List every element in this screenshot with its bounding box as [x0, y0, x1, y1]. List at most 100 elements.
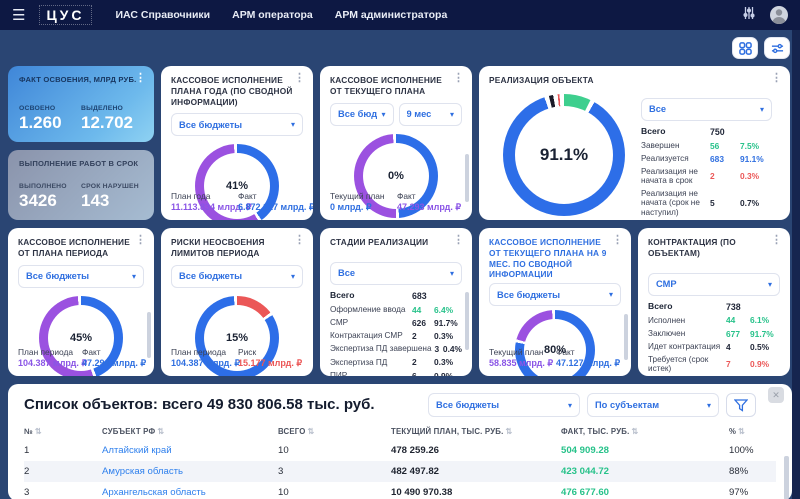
card-title: КАССОВОЕ ИСПОЛНЕНИЕ ПЛАНА ГОДА (ПО СВОДН… — [171, 75, 293, 107]
table-scrollbar-thumb[interactable] — [784, 456, 789, 499]
stages-filter-dropdown[interactable]: Все ▾ — [330, 261, 462, 285]
scrollbar-thumb[interactable] — [147, 312, 151, 358]
kebab-menu-icon[interactable]: ⋮ — [771, 235, 782, 246]
dropdown-value: Все — [338, 268, 356, 279]
kebab-menu-icon[interactable]: ⋮ — [135, 235, 146, 246]
sort-icon: ⇅ — [505, 426, 513, 436]
user-avatar[interactable] — [770, 6, 788, 24]
legend-percent: 0.9% — [434, 370, 454, 377]
budget-filter-dropdown[interactable]: Все бюджеты ▾ — [428, 393, 580, 417]
table-row[interactable]: 2 Амурская область 3 482 497.82 423 044.… — [24, 461, 776, 482]
scrollbar-thumb[interactable] — [465, 154, 469, 202]
col-header-total[interactable]: ВСЕГО ⇅ — [278, 427, 391, 436]
legend-label: Экспертиза ПД — [330, 357, 388, 367]
kebab-menu-icon[interactable]: ⋮ — [453, 73, 464, 84]
legend-percent: 91.7% — [434, 317, 458, 328]
legend-label: Реализуется — [641, 154, 689, 164]
cell-subject-link[interactable]: Амурская область — [102, 466, 278, 477]
stat-label: ОСВОЕНО — [19, 105, 56, 113]
nine-months-donut-chart: 80% — [515, 310, 595, 376]
legend-value: 44 — [726, 315, 736, 326]
close-button[interactable]: ✕ — [768, 387, 784, 403]
legend-percent: 6.4% — [434, 304, 454, 315]
legend-row: Заключен 677 91.7% — [648, 327, 780, 340]
hamburger-menu-icon[interactable]: ☰ — [12, 8, 25, 23]
sort-icon: ⇅ — [307, 426, 315, 436]
nav-item-operator[interactable]: АРМ оператора — [232, 9, 313, 21]
cell-number: 2 — [24, 466, 30, 477]
sort-icon: ⇅ — [738, 426, 746, 436]
legend-row: Исключение 4 0.5% — [641, 219, 772, 220]
scrollbar-thumb[interactable] — [624, 314, 628, 360]
legend-percent: 91.7% — [750, 328, 774, 339]
app-logo[interactable]: ЦУС — [39, 5, 92, 25]
scrollbar-thumb[interactable] — [465, 292, 469, 350]
legend-percent: 91.1% — [740, 153, 764, 164]
chevron-down-icon: ▾ — [608, 290, 613, 300]
dropdown-value: Все — [649, 104, 667, 115]
cell-subject-link[interactable]: Алтайский край — [102, 445, 278, 456]
budget-filter-dropdown[interactable]: Все бюджеты ▾ — [171, 113, 303, 137]
sort-icon: ⇅ — [157, 426, 165, 436]
stages-legend: Всего 683 Оформление ввода 44 6.4% СМР 6… — [330, 290, 462, 376]
kebab-menu-icon[interactable]: ⋮ — [294, 235, 305, 246]
card-title: КОНТРАКТАЦИЯ (ПО ОБЪЕКТАМ) — [648, 237, 736, 258]
legend-row: Требуется (срок не наступил) 5 0.7% — [648, 375, 780, 376]
card-object-realization: ⋮ РЕАЛИЗАЦИЯ ОБЪЕКТА 91.1% Все ▾ Всего 7… — [479, 66, 790, 220]
legend-label: Завершен — [641, 140, 680, 150]
legend-row: Идет контрактация 4 0.5% — [648, 340, 780, 353]
kebab-menu-icon[interactable]: ⋮ — [612, 235, 623, 246]
grouping-dropdown[interactable]: По субъектам ▾ — [587, 393, 719, 417]
legend-percent: 0.3% — [434, 357, 454, 368]
realization-filter-dropdown[interactable]: Все ▾ — [641, 97, 772, 121]
col-header-percent[interactable]: % ⇅ — [729, 427, 776, 436]
equalizer-icon[interactable] — [742, 6, 756, 25]
budget-filter-dropdown[interactable]: Все бюджеты ▾ — [171, 264, 303, 288]
page-scroll-track[interactable] — [792, 30, 800, 499]
col-header-number[interactable]: № ⇅ — [24, 427, 102, 436]
legend-value: 5 — [710, 198, 715, 209]
stat-label: ВЫДЕЛЕНО — [81, 105, 124, 113]
col-header-subject[interactable]: СУБЪЕКТ РФ ⇅ — [102, 427, 278, 436]
col-header-fact[interactable]: ФАКТ, ТЫС. РУБ. ⇅ — [561, 427, 729, 436]
display-settings-button[interactable] — [764, 37, 790, 59]
budget-filter-dropdown[interactable]: Все бюджеты ▾ — [489, 283, 621, 307]
legend-percent: 0.3% — [434, 330, 454, 341]
kebab-menu-icon[interactable]: ⋮ — [771, 73, 782, 84]
contracting-filter-dropdown[interactable]: СМР ▾ — [648, 272, 780, 296]
table-row[interactable]: 3 Архангельская область 10 10 490 970.38… — [24, 482, 776, 499]
stat-value: 1.260 — [19, 113, 62, 133]
cell-total: 3 — [278, 466, 284, 477]
plan-period-donut-chart: 45% — [39, 295, 123, 376]
cell-percent: 97% — [729, 487, 749, 498]
sort-icon: ⇅ — [34, 426, 42, 436]
card-plan-period: ⋮ КАССОВОЕ ИСПОЛНЕНИЕ ОТ ПЛАНА ПЕРИОДА В… — [8, 228, 154, 376]
chevron-down-icon: ▾ — [567, 400, 572, 410]
kebab-menu-icon[interactable]: ⋮ — [294, 73, 305, 84]
budget-filter-dropdown[interactable]: Все бюджеты ▾ — [18, 264, 144, 288]
table-header-row: № ⇅ СУБЪЕКТ РФ ⇅ ВСЕГО ⇅ ТЕКУЩИЙ ПЛАН, ТЫС.… — [24, 422, 776, 440]
dashboard-grid-button[interactable] — [732, 37, 758, 59]
cell-subject-link[interactable]: Архангельская область — [102, 487, 278, 498]
filter-button[interactable] — [726, 393, 756, 417]
donut-percent-label: 80% — [543, 344, 567, 357]
nav-item-admin[interactable]: АРМ администратора — [335, 9, 448, 21]
card-title: РИСКИ НЕОСВОЕНИЯ ЛИМИТОВ ПЕРИОДА — [171, 237, 265, 258]
card-stages: ⋮ СТАДИИ РЕАЛИЗАЦИИ Все ▾ Всего 683 Офор… — [320, 228, 472, 376]
col-header-current-plan[interactable]: ТЕКУЩИЙ ПЛАН, ТЫС. РУБ. ⇅ — [391, 427, 561, 436]
dropdown-value: Все бюджеты — [26, 271, 90, 282]
cell-fact: 423 044.72 — [561, 466, 610, 477]
stat-value: 143 — [81, 191, 110, 210]
donut-percent-label: 0% — [388, 169, 404, 182]
budget-filter-dropdown[interactable]: Все бюджеты ▾ — [330, 102, 394, 126]
stat-card-work-ontime[interactable]: ВЫПОЛНЕНИЕ РАБОТ В СРОК ВЫПОЛНЕНО 3426 С… — [8, 150, 154, 220]
legend-value: 683 — [412, 291, 427, 302]
nav-item-ias[interactable]: ИАС Справочники — [116, 9, 211, 21]
period-filter-dropdown[interactable]: 9 мес ▾ — [398, 102, 462, 126]
stat-vypolneno: ВЫПОЛНЕНО 3426 — [19, 183, 81, 211]
kebab-menu-icon[interactable]: ⋮ — [453, 235, 464, 246]
stat-card-fact-osvoenie[interactable]: ⋮ ФАКТ ОСВОЕНИЯ, МЛРД РУБ. ОСВОЕНО 1.260… — [8, 66, 154, 143]
kebab-menu-icon[interactable]: ⋮ — [135, 73, 146, 84]
table-row[interactable]: 1 Алтайский край 10 478 259.26 504 909.2… — [24, 440, 776, 461]
legend-row: Всего 738 — [648, 301, 780, 314]
